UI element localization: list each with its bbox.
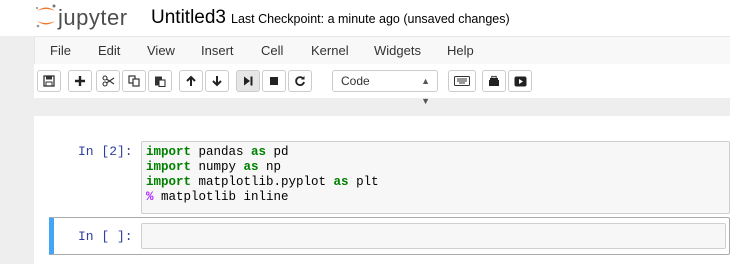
paste-icon[interactable]	[148, 70, 172, 92]
jupyter-logo-icon	[36, 4, 56, 28]
plus-icon[interactable]	[68, 70, 92, 92]
code-cell[interactable]: In [2]: import pandas as pd import numpy …	[46, 141, 730, 214]
menu-edit[interactable]: Edit	[98, 43, 120, 58]
keyword-token: as	[333, 175, 349, 189]
select-caret-icon: ▲ ▼	[421, 76, 430, 106]
cell-type-value: Code	[341, 74, 370, 88]
scissors-icon[interactable]	[96, 70, 120, 92]
logo-text: jupyter	[58, 5, 128, 30]
input-prompt: In [2]:	[78, 144, 133, 159]
code-token: matplotlib.pyplot	[191, 175, 334, 189]
stop-icon[interactable]	[262, 70, 286, 92]
code-line: % matplotlib inline	[146, 190, 729, 205]
menu-help[interactable]: Help	[447, 43, 474, 58]
arrow-up-icon[interactable]	[179, 70, 203, 92]
magic-token: %	[146, 190, 154, 204]
code-token: np	[258, 160, 282, 174]
menu-insert[interactable]: Insert	[201, 43, 234, 58]
code-token: plt	[348, 175, 379, 189]
header: jupyter Untitled3 Last Checkpoint: a min…	[0, 0, 730, 36]
cell-type-select[interactable]: Code ▲ ▼	[332, 70, 438, 106]
arrow-down-icon[interactable]	[205, 70, 229, 92]
menu-kernel[interactable]: Kernel	[311, 43, 349, 58]
code-cell-selected[interactable]: In [ ]:	[46, 217, 730, 255]
presentation-icon[interactable]	[508, 70, 532, 92]
code-line: import pandas as pd	[146, 145, 729, 160]
code-input[interactable]	[141, 223, 726, 249]
jupyter-logo[interactable]: jupyter	[34, 3, 139, 31]
code-line: import matplotlib.pyplot as plt	[146, 175, 729, 190]
keyboard-icon[interactable]	[448, 70, 476, 92]
code-token: matplotlib inline	[153, 190, 289, 204]
celltoolbar-icon[interactable]	[482, 70, 506, 92]
checkpoint-status: Last Checkpoint: a minute ago (unsaved c…	[231, 12, 510, 26]
restart-icon[interactable]	[288, 70, 312, 92]
menubar: File Edit View Insert Cell Kernel Widget…	[34, 36, 730, 64]
menu-view[interactable]: View	[147, 43, 175, 58]
input-prompt: In [ ]:	[78, 229, 133, 244]
notebook-container: In [2]: import pandas as pd import numpy …	[34, 116, 730, 264]
keyword-token: import	[146, 145, 192, 159]
code-token: pd	[266, 145, 289, 159]
keyword-token: import	[146, 160, 192, 174]
toolbar: Code ▲ ▼	[34, 64, 730, 106]
code-token: numpy	[191, 160, 244, 174]
keyword-token: import	[146, 175, 192, 189]
keyword-token: as	[243, 160, 259, 174]
run-icon[interactable]	[236, 70, 260, 92]
menu-cell[interactable]: Cell	[261, 43, 283, 58]
keyword-token: as	[251, 145, 267, 159]
save-icon[interactable]	[37, 70, 61, 92]
copy-icon[interactable]	[122, 70, 146, 92]
code-line: import numpy as np	[146, 160, 729, 175]
menu-widgets[interactable]: Widgets	[374, 43, 421, 58]
notebook-name[interactable]: Untitled3	[151, 7, 226, 29]
menu-file[interactable]: File	[50, 43, 71, 58]
code-token: pandas	[191, 145, 252, 159]
code-input[interactable]: import pandas as pd import numpy as np imp…	[141, 141, 730, 214]
